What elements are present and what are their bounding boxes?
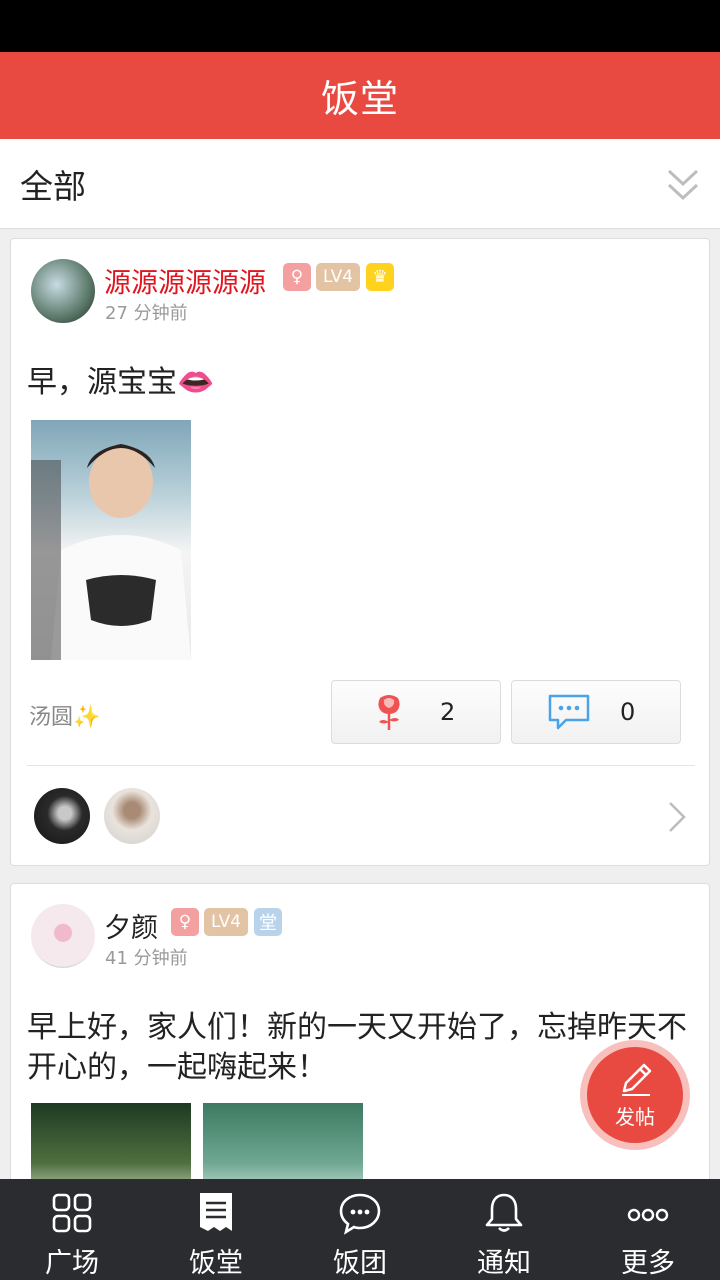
new-post-button-inner[interactable]: 发帖 [587,1047,683,1143]
tab-square[interactable]: 广场 [0,1179,144,1280]
level-badge: LV4 [204,908,248,936]
post-image[interactable] [31,420,191,660]
tab-fantang[interactable]: 饭堂 [144,1179,288,1280]
post-text[interactable]: 早，源宝宝👄 [27,363,687,403]
divider [27,765,695,766]
chevron-right-icon[interactable] [667,800,687,834]
liker-avatar[interactable] [34,788,90,844]
avatar[interactable] [31,259,95,323]
tang-badge: 堂 [254,908,282,936]
app-header: 饭堂 [0,52,720,139]
document-icon [200,1193,232,1231]
tab-label: 更多 [621,1248,675,1279]
bottom-tab-bar: 广场 饭堂 饭团 通知 更多 [0,1179,720,1280]
rose-icon [378,695,400,730]
filter-bar[interactable]: 全部 [0,139,720,229]
tab-label: 通知 [477,1248,531,1279]
tab-fantuan[interactable]: 饭团 [288,1179,432,1280]
reward-label: 汤圆✨ [29,705,101,730]
status-bar [0,0,720,52]
filter-label: 全部 [20,166,86,206]
tab-label: 广场 [45,1248,99,1279]
tab-notifications[interactable]: 通知 [432,1179,576,1280]
tab-more[interactable]: 更多 [576,1179,720,1280]
liker-avatar[interactable] [104,788,160,844]
comment-count: 0 [620,698,636,726]
bell-icon [485,1193,523,1232]
avatar[interactable] [31,904,95,968]
post-card[interactable]: 源源源源源源 ♀ LV4 ♛ 27 分钟前 早，源宝宝👄 汤圆✨ 2 0 [10,238,710,866]
double-chevron-down-icon[interactable] [666,165,700,205]
gender-female-badge: ♀ [171,908,199,936]
crown-badge: ♛ [366,263,394,291]
comment-icon [548,694,590,730]
post-time: 27 分钟前 [105,303,188,324]
chat-bubble-icon [339,1193,381,1235]
tab-label: 饭团 [333,1248,387,1279]
more-dots-icon [627,1208,669,1222]
comment-button[interactable]: 0 [511,680,681,744]
post-time: 41 分钟前 [105,948,188,969]
new-post-label: 发帖 [615,1104,655,1129]
page-title: 饭堂 [320,77,399,121]
like-count: 2 [440,698,456,726]
tab-label: 饭堂 [189,1248,243,1279]
like-button[interactable]: 2 [331,680,501,744]
post-card[interactable]: 夕颜 ♀ LV4 堂 41 分钟前 早上好，家人们！新的一天又开始了，忘掉昨天不… [10,883,710,1203]
grid-icon [52,1193,92,1233]
username[interactable]: 源源源源源源 [104,261,266,300]
gender-female-badge: ♀ [283,263,311,291]
level-badge: LV4 [316,263,360,291]
username[interactable]: 夕颜 [104,906,158,945]
new-post-button[interactable]: 发帖 [580,1040,690,1150]
photo-figure-icon [31,444,191,660]
pencil-icon [622,1063,652,1096]
